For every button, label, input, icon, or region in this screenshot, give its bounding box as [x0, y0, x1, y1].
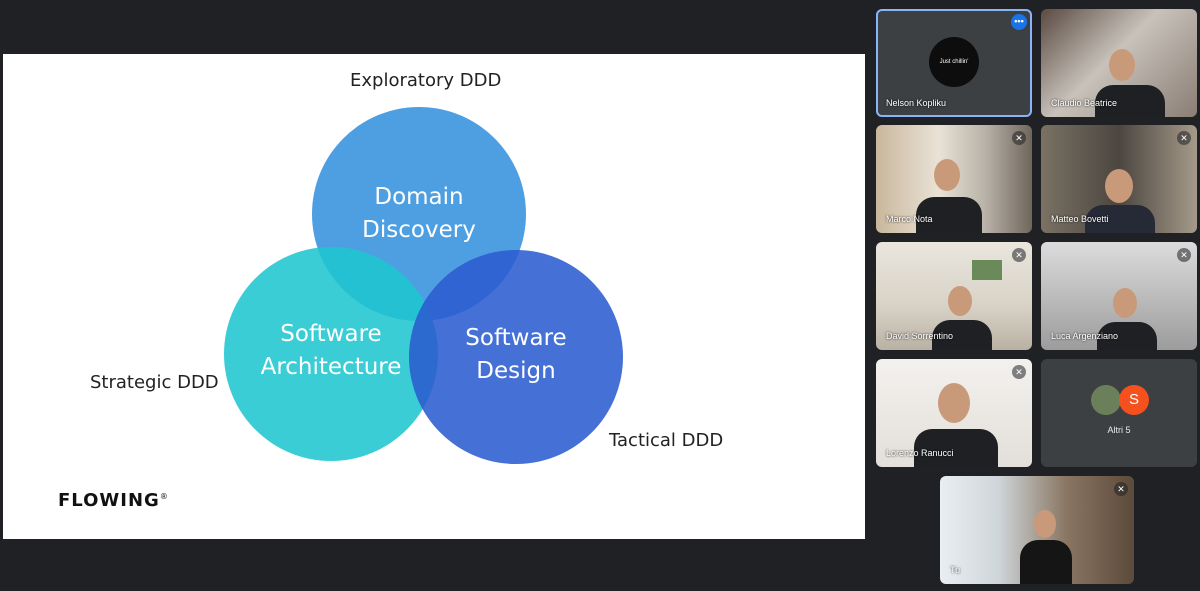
participant-name: Nelson Kopliku: [886, 98, 947, 108]
participant-name: Matteo Bovetti: [1051, 214, 1109, 224]
participant-name: Claudio Beatrice: [1051, 98, 1118, 108]
person-head: [1113, 288, 1137, 318]
person-head: [1105, 169, 1133, 203]
avatar-initial: S: [1119, 385, 1149, 415]
participant-tile-nelson-kopliku[interactable]: Just chillin' ••• Nelson Kopliku: [876, 9, 1032, 117]
software-design-line2: Design: [476, 358, 556, 384]
logo-mark: ®: [159, 492, 169, 501]
participant-tile-lorenzo-ranucci[interactable]: ✕ Lorenzo Ranucci: [876, 359, 1032, 467]
domain-discovery-line2: Discovery: [362, 217, 476, 243]
domain-discovery-label: Domain Discovery: [319, 181, 519, 247]
participant-name: Luca Argenziano: [1051, 331, 1119, 341]
more-options-icon[interactable]: •••: [1011, 14, 1027, 30]
wall-picture: [972, 260, 1002, 280]
participant-name: David Sorrentino: [886, 331, 954, 341]
mic-off-icon: ✕: [1177, 248, 1191, 262]
person-head: [1034, 510, 1056, 538]
person-head: [934, 159, 960, 191]
domain-discovery-line1: Domain: [374, 184, 464, 210]
logo-text: FLOWING: [58, 490, 160, 511]
participant-tile-marco-nota[interactable]: ✕ Marco Nota: [876, 125, 1032, 233]
participant-name: Tu: [950, 565, 961, 575]
participant-tile-self[interactable]: ✕ Tu: [940, 476, 1134, 584]
person-head: [948, 286, 972, 316]
venn-diagram: [224, 107, 623, 464]
flowing-logo: FLOWING®: [58, 490, 169, 511]
participant-tile-others[interactable]: S Altri 5: [1041, 359, 1197, 467]
avatar: Just chillin': [929, 37, 979, 87]
person-head: [938, 383, 970, 423]
person-head: [1109, 49, 1135, 81]
exploratory-ddd-label: Exploratory DDD: [350, 70, 502, 91]
participant-name: Lorenzo Ranucci: [886, 448, 954, 458]
participant-tile-claudio-beatrice[interactable]: Claudio Beatrice: [1041, 9, 1197, 117]
mic-off-icon: ✕: [1012, 248, 1026, 262]
software-design-label: Software Design: [416, 322, 616, 388]
strategic-ddd-label: Strategic DDD: [90, 372, 219, 393]
participant-tile-matteo-bovetti[interactable]: ✕ Matteo Bovetti: [1041, 125, 1197, 233]
mic-off-icon: ✕: [1012, 365, 1026, 379]
mic-off-icon: ✕: [1114, 482, 1128, 496]
software-architecture-line2: Architecture: [260, 354, 402, 380]
participant-name: Marco Nota: [886, 214, 933, 224]
mic-off-icon: ✕: [1012, 131, 1026, 145]
participant-tile-david-sorrentino[interactable]: ✕ David Sorrentino: [876, 242, 1032, 350]
person-body: [1020, 540, 1072, 584]
presentation-slide: Exploratory DDD Strategic DDD Tactical D…: [3, 54, 865, 539]
tactical-ddd-label: Tactical DDD: [609, 430, 724, 451]
others-count-label: Altri 5: [1107, 425, 1131, 435]
participant-tile-luca-argenziano[interactable]: ✕ Luca Argenziano: [1041, 242, 1197, 350]
mic-off-icon: ✕: [1177, 131, 1191, 145]
avatar: [1091, 385, 1121, 415]
software-design-line1: Software: [465, 325, 567, 351]
